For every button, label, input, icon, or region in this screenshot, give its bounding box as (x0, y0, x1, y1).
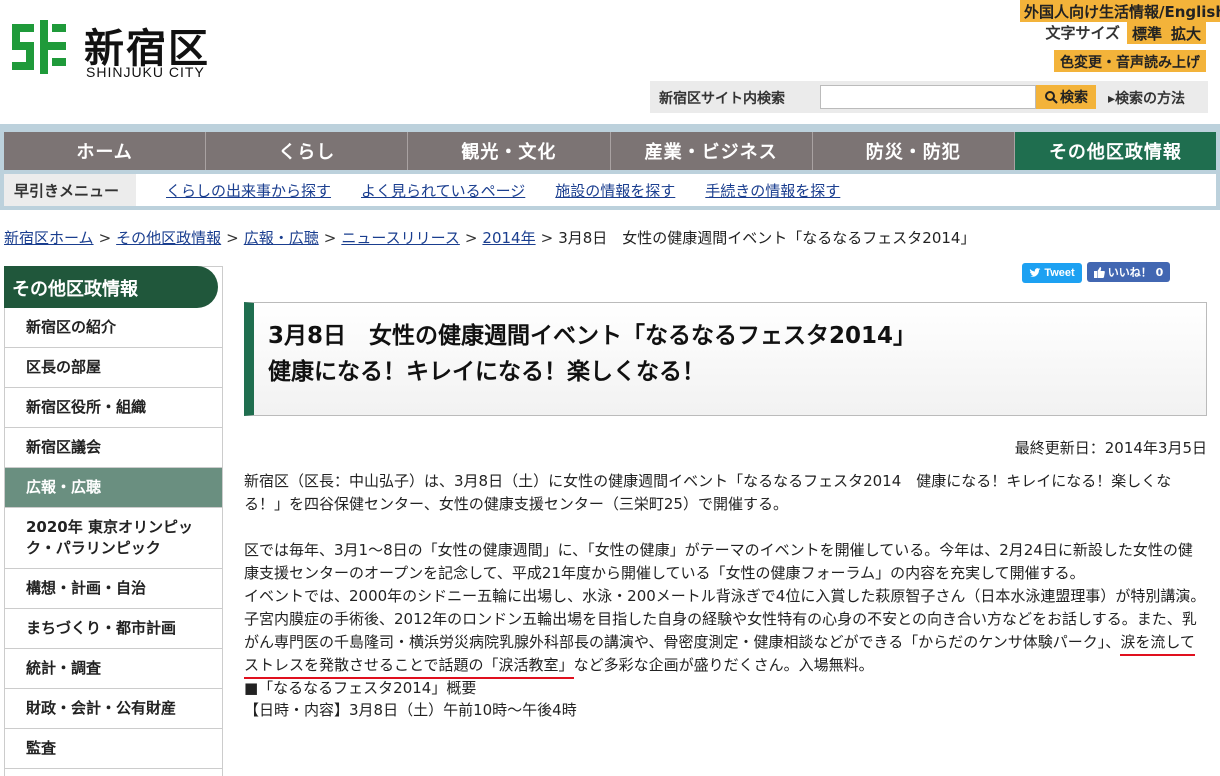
font-size-label: 文字サイズ (1045, 24, 1120, 42)
twitter-bird-icon (1030, 268, 1041, 277)
gnav-tourism-culture[interactable]: 観光・文化 (408, 132, 611, 170)
search-help-link[interactable]: ▸検索の方法 (1108, 88, 1185, 108)
sidebar-title: その他区政情報 (4, 266, 218, 308)
quick-link-procedures[interactable]: 手続きの情報を探す (705, 180, 840, 201)
breadcrumb-separator: > (226, 229, 239, 247)
breadcrumb-news-release[interactable]: ニュースリリース (341, 229, 460, 247)
facebook-like-button[interactable]: いいね！ 0 (1087, 262, 1170, 282)
global-nav: ホーム くらし 観光・文化 産業・ビジネス 防災・防犯 その他区政情報 (0, 124, 1220, 170)
sidebar-item-mayor[interactable]: 区長の部屋 (5, 348, 222, 388)
sidebar-item-urban-planning[interactable]: まちづくり・都市計画 (5, 609, 222, 649)
breadcrumb-home[interactable]: 新宿区ホーム (4, 229, 94, 247)
search-icon (1045, 91, 1058, 104)
tweet-button[interactable]: Tweet (1022, 263, 1082, 283)
sidebar-item-planning[interactable]: 構想・計画・自治 (5, 569, 222, 609)
foreign-residents-link[interactable]: 外国人向け生活情報/English (1020, 0, 1220, 22)
font-size-large-button[interactable]: 拡大 (1165, 22, 1206, 44)
search-input[interactable] (820, 85, 1036, 109)
article-text: イベントでは、2000年のシドニー五輪に出場し、水泳・200メートル背泳ぎで4位… (244, 586, 1206, 651)
gnav-living[interactable]: くらし (206, 132, 409, 170)
gnav-disaster-crime[interactable]: 防災・防犯 (812, 132, 1015, 170)
gnav-industry-business[interactable]: 産業・ビジネス (610, 132, 813, 170)
summary-heading: ■「なるなるフェスタ2014」概要 (244, 678, 477, 697)
sidebar: その他区政情報 新宿区の紹介 区長の部屋 新宿区役所・組織 新宿区議会 広報・広… (4, 266, 223, 776)
breadcrumb-separator: > (98, 229, 112, 247)
breadcrumb-pr[interactable]: 広報・広聴 (244, 229, 319, 247)
sidebar-item-statistics[interactable]: 統計・調査 (5, 649, 222, 689)
quick-menu-title: 早引きメニュー (4, 174, 136, 206)
article-paragraph: 新宿区（区長：中山弘子）は、3月8日（土）に女性の健康週間イベント「なるなるフェ… (244, 472, 1172, 513)
sidebar-item-finance[interactable]: 財政・会計・公有財産 (5, 689, 222, 729)
search-help-label: 検索の方法 (1115, 91, 1186, 107)
triangle-right-icon: ▸ (1108, 91, 1116, 107)
summary-line: 【日時・内容】3月8日（土）午前10時～午後4時 (244, 701, 577, 720)
breadcrumb-separator: > (323, 229, 337, 247)
color-voice-button[interactable]: 色変更・音声読み上げ (1054, 50, 1206, 72)
article-subtitle: 健康になる！キレイになる！楽しくなる！ (268, 358, 705, 385)
article-title: 3月8日 女性の健康週間イベント「なるなるフェスタ2014」 (268, 323, 917, 349)
breadcrumb-2014[interactable]: 2014年 (482, 229, 535, 247)
breadcrumb: 新宿区ホーム > その他区政情報 > 広報・広聴 > ニュースリリース >2014年 >3月8日… (4, 227, 975, 248)
quick-link-popular-pages[interactable]: よく見られているページ (361, 180, 525, 201)
breadcrumb-separator: > (540, 229, 554, 247)
gnav-home[interactable]: ホーム (4, 132, 207, 170)
search-label: 新宿区サイト内検索 (659, 91, 785, 107)
sidebar-item-pr[interactable]: 広報・広聴 (5, 468, 222, 508)
article-body: 新宿区（区長：中山弘子）は、3月8日（土）に女性の健康週間イベント「なるなるフェ… (244, 470, 1207, 722)
font-size-standard-button[interactable]: 標準 (1126, 22, 1167, 44)
quick-link-facilities[interactable]: 施設の情報を探す (555, 180, 675, 201)
sidebar-item-about[interactable]: 新宿区の紹介 (5, 308, 222, 348)
tweet-label: Tweet (1044, 267, 1075, 279)
like-label: いいね！ 0 (1107, 266, 1164, 279)
search-button-label: 検索 (1060, 90, 1088, 106)
sidebar-item-olympics[interactable]: 2020年 東京オリンピック・パラリンピック (5, 508, 222, 569)
site-search-bar: 新宿区サイト内検索 検索 ▸検索の方法 (650, 81, 1208, 113)
quick-menu: 早引きメニュー くらしの出来事から探す よく見られているページ 施設の情報を探す… (0, 170, 1220, 210)
breadcrumb-separator: > (464, 229, 478, 247)
last-updated: 最終更新日：2014年3月5日 (1014, 439, 1207, 457)
quick-link-life-events[interactable]: くらしの出来事から探す (166, 180, 331, 201)
site-logo[interactable]: 新宿区 SHINJUKU CITY (4, 8, 234, 86)
search-button[interactable]: 検索 (1036, 85, 1096, 109)
article-title-box: 3月8日 女性の健康週間イベント「なるなるフェスタ2014」 健康になる！キレイ… (244, 302, 1207, 416)
article-paragraph: イベントでは、2000年のシドニー五輪に出場し、水泳・200メートル背泳ぎで4位… (244, 585, 1207, 679)
logo-text-en: SHINJUKU CITY (86, 64, 205, 80)
breadcrumb-current: 3月8日 女性の健康週間イベント「なるなるフェスタ2014」 (558, 229, 976, 247)
sidebar-item-office[interactable]: 新宿区役所・組織 (5, 388, 222, 428)
sidebar-item-assembly[interactable]: 新宿区議会 (5, 428, 222, 468)
article-text: など多彩な企画が盛りだくさん。入場無料。 (573, 655, 874, 674)
gnav-other-admin[interactable]: その他区政情報 (1014, 132, 1217, 170)
thumbs-up-icon (1093, 266, 1105, 278)
breadcrumb-other-admin[interactable]: その他区政情報 (116, 229, 221, 247)
article-paragraph: 区では毎年、3月1～8日の「女性の健康週間」に、「女性の健康」がテーマのイベント… (244, 540, 1193, 582)
shinjuku-emblem-icon (12, 20, 66, 74)
sidebar-item-audit[interactable]: 監査 (5, 729, 222, 769)
